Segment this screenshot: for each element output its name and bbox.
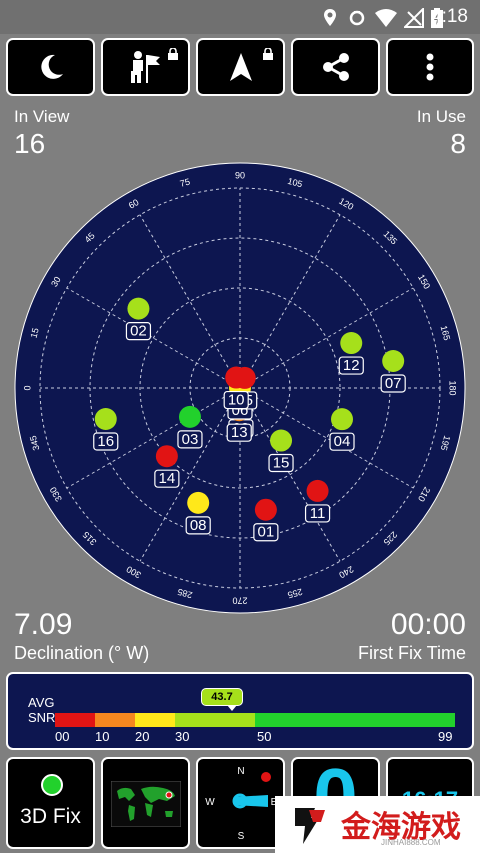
satellite-id: 07 — [385, 375, 402, 392]
snr-segment-yellow — [135, 713, 175, 727]
satellite-id: 03 — [182, 431, 199, 448]
in-use-label: In Use — [416, 107, 466, 126]
satellite-marker — [127, 297, 150, 320]
location-icon — [324, 9, 336, 26]
satellite-id: 01 — [258, 524, 275, 541]
snr-tick: 30 — [175, 729, 190, 744]
azimuth-label: 0 — [22, 385, 32, 390]
snr-segment-green — [255, 713, 455, 727]
snr-segment-orange — [95, 713, 135, 727]
snr-tick: 99 — [438, 729, 453, 744]
share-button[interactable] — [291, 38, 380, 96]
watermark-logo-icon — [295, 808, 325, 844]
declination-value: 7.09 — [14, 608, 73, 641]
badge-pointer — [227, 705, 237, 711]
person-flag-icon — [130, 51, 160, 83]
lock-icon — [263, 48, 273, 60]
fix-status-label: 3D Fix — [20, 805, 81, 828]
satellite-marker — [254, 498, 277, 521]
satellite-id: 14 — [159, 470, 176, 487]
snr-tick: 10 — [95, 729, 110, 744]
satellite-marker — [270, 429, 293, 452]
avg-label: AVG — [28, 695, 55, 710]
satellite-marker — [306, 479, 329, 502]
navigate-button[interactable] — [196, 38, 285, 96]
satellite-id: 08 — [190, 517, 207, 534]
alarm-icon — [349, 10, 365, 26]
first-fix-label: First Fix Time — [358, 643, 466, 663]
fix-indicator-icon — [41, 774, 63, 796]
compass-icon: N W E S — [205, 766, 277, 842]
compass-s: S — [238, 831, 245, 842]
compass-w: W — [205, 797, 215, 808]
azimuth-label: 180 — [448, 380, 458, 395]
declination-label: Declination (° W) — [14, 643, 150, 663]
more-options-button[interactable] — [386, 38, 474, 96]
satellite-id: 04 — [334, 433, 351, 450]
moon-icon — [40, 54, 63, 79]
azimuth-label: 90 — [235, 170, 245, 180]
satellite-id: 10 — [228, 392, 245, 409]
satellite-marker — [178, 405, 201, 428]
satellite-id: 16 — [97, 433, 114, 450]
snr-label: SNR — [28, 710, 56, 725]
avg-snr-value: 43.7 — [211, 691, 233, 703]
satellite-id: 12 — [343, 357, 360, 374]
night-mode-button[interactable] — [6, 38, 95, 96]
signal-off-icon — [404, 8, 424, 28]
watermark: 金海游戏 JINHAI888.COM — [275, 796, 480, 853]
satellite-marker — [225, 366, 248, 389]
in-view-value: 16 — [14, 128, 46, 159]
snr-tick: 00 — [55, 729, 70, 744]
snr-scale-bar — [55, 713, 455, 727]
satellite-marker — [382, 349, 405, 372]
sky-plot[interactable]: 9010512013515016518019521022524025527028… — [12, 160, 468, 616]
watermark-url: JINHAI888.COM — [381, 838, 441, 847]
compass-n: N — [237, 766, 244, 777]
fix-status-button[interactable]: 3D Fix — [6, 757, 95, 849]
satellite-id: 11 — [310, 505, 326, 522]
navigation-arrow-icon — [229, 53, 252, 81]
snr-tick: 20 — [135, 729, 150, 744]
in-use-value: 8 — [450, 128, 466, 159]
clock: 4:18 — [431, 6, 468, 27]
share-icon — [322, 53, 349, 81]
in-view-label: In View — [14, 107, 70, 126]
satellite-id: 13 — [231, 424, 248, 441]
snr-panel: AVG SNR 43.7 00 10 20 30 50 99 — [6, 672, 474, 750]
satellite-id: 15 — [273, 455, 290, 472]
satellite-id: 02 — [130, 323, 147, 340]
avg-snr-badge: 43.7 — [201, 688, 243, 706]
satellite-marker — [340, 332, 363, 355]
snr-tick: 50 — [257, 729, 272, 744]
snr-segment-red — [55, 713, 95, 727]
satellite-marker — [187, 491, 210, 514]
wifi-icon — [375, 9, 397, 27]
more-vert-icon — [426, 53, 434, 81]
status-bar: 4:18 — [0, 0, 480, 34]
satellite-marker — [331, 408, 354, 431]
snr-segment-lime — [175, 713, 255, 727]
first-fix-value: 00:00 — [390, 608, 466, 641]
satellite-marker — [94, 407, 117, 430]
azimuth-label: 270 — [232, 596, 247, 606]
compass-button[interactable]: N W E S — [196, 757, 285, 849]
poi-button[interactable] — [101, 38, 190, 96]
satellite-marker — [155, 445, 178, 468]
map-button[interactable] — [101, 757, 190, 849]
lock-icon — [168, 48, 178, 60]
world-map-icon — [111, 781, 181, 827]
